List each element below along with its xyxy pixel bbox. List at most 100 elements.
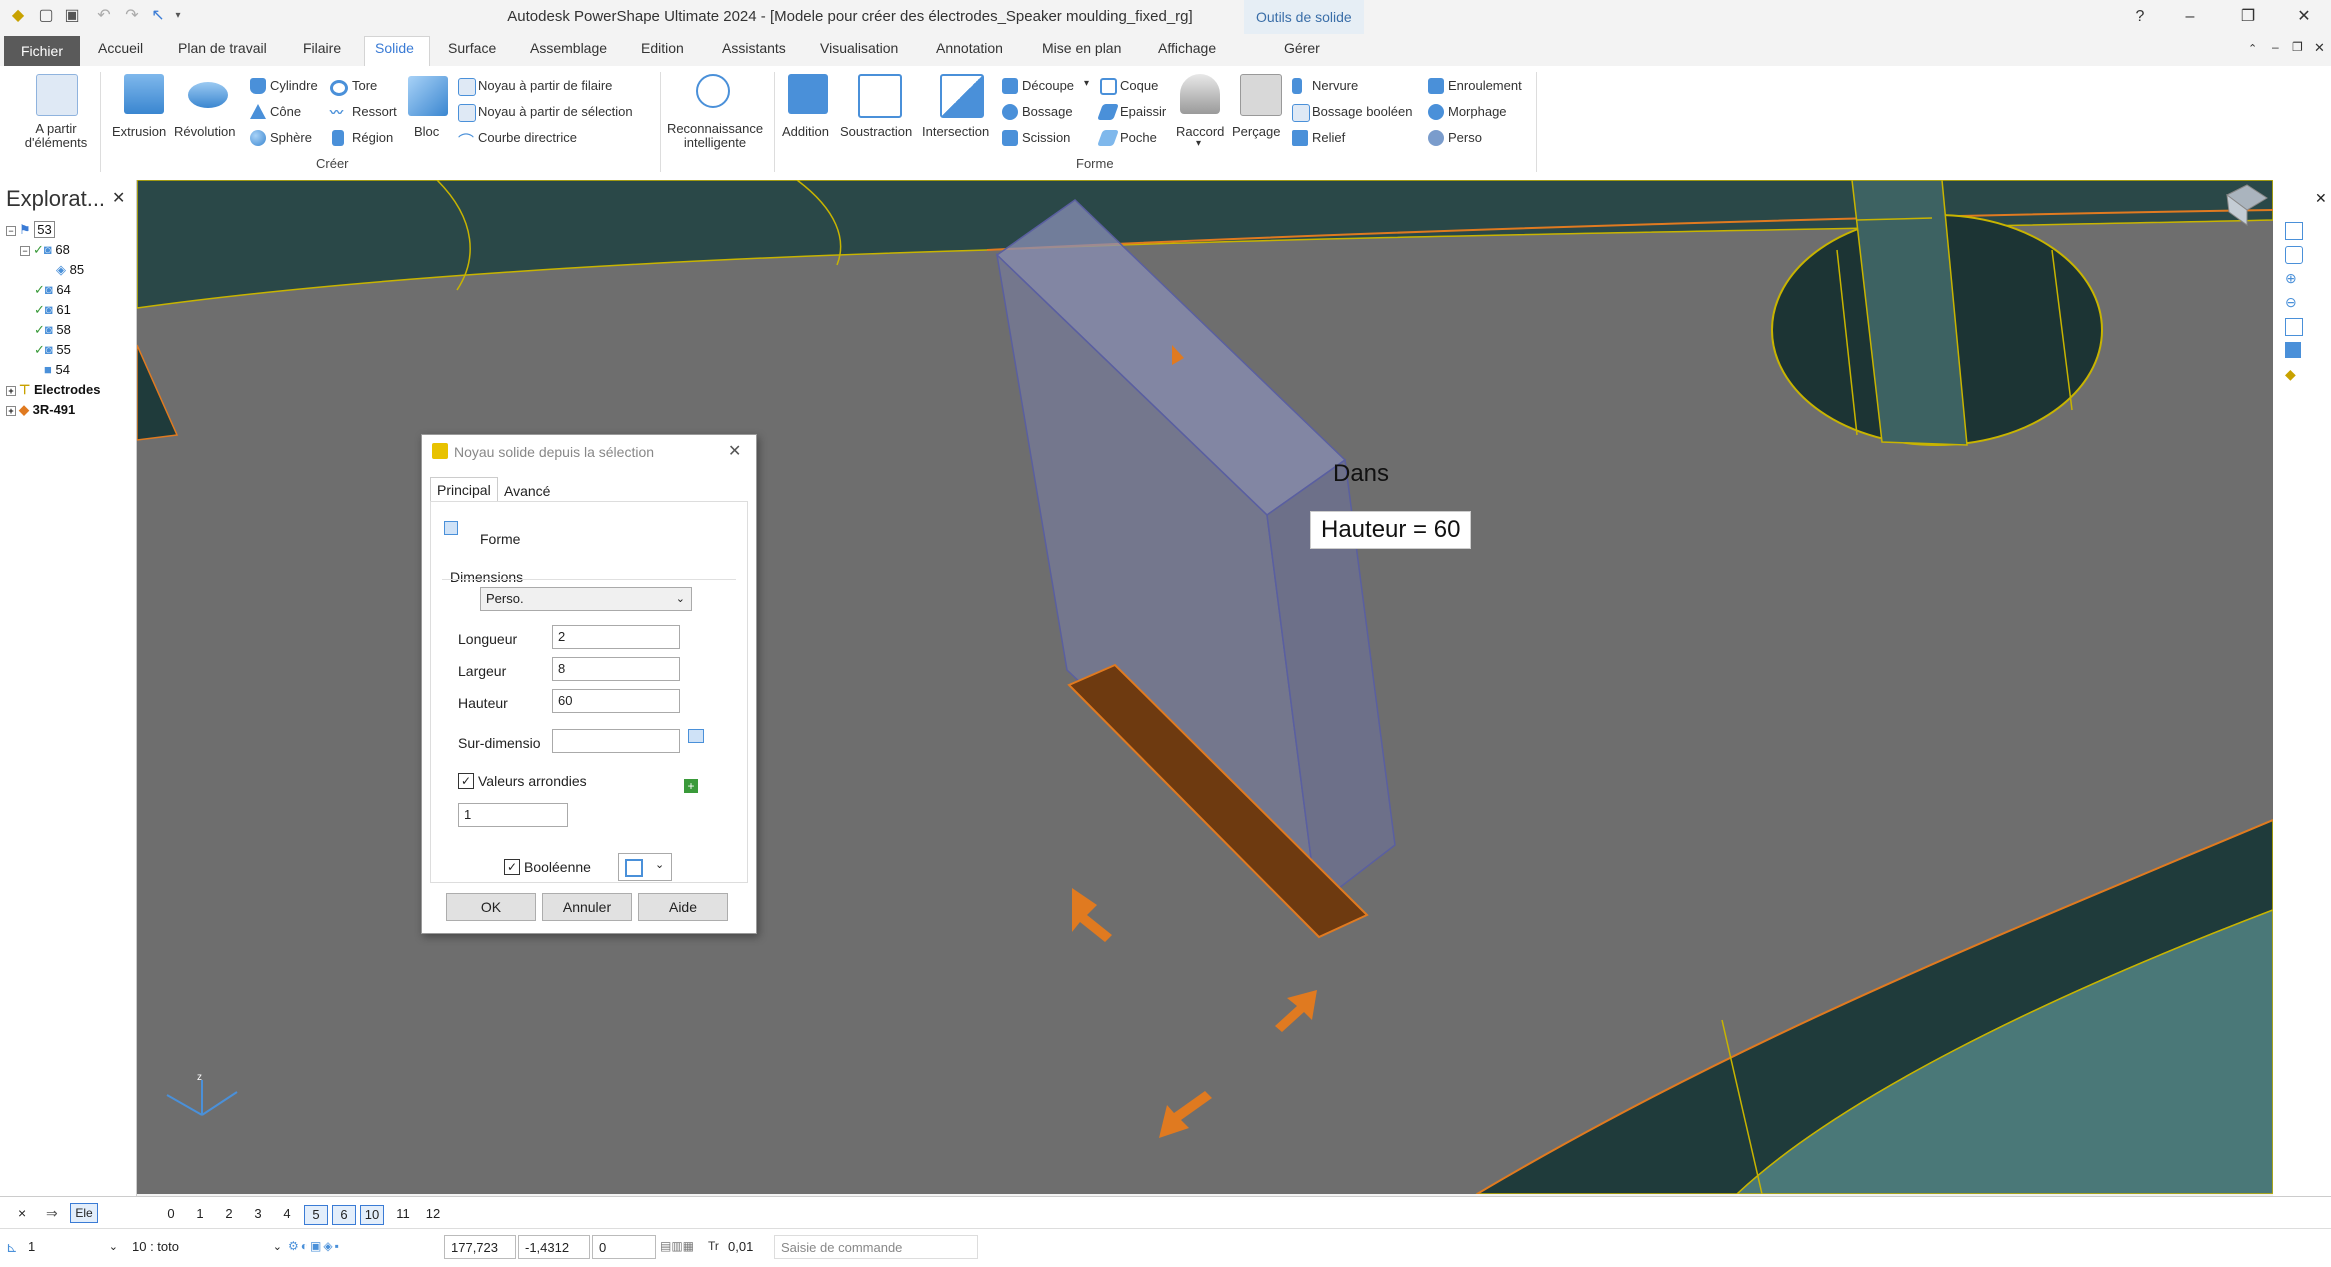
tree-node[interactable]: ✓◙ 64 (34, 282, 71, 298)
tab-filaire[interactable]: Filaire (303, 40, 341, 56)
boss-button[interactable]: Bossage (1000, 102, 1100, 122)
coord-y-field[interactable]: -1,4312 (518, 1235, 590, 1259)
arrow-icon[interactable] (1275, 990, 1317, 1032)
fillet-dropdown-icon[interactable]: ▾ (1196, 138, 1201, 149)
boolean-checkbox[interactable]: ✓ (504, 859, 520, 875)
height-field[interactable]: 60 (552, 689, 680, 713)
mdi-restore-icon[interactable]: ❐ (2292, 40, 2303, 54)
tree-node[interactable]: ✓◙ 58 (34, 322, 71, 338)
ok-button[interactable]: OK (446, 893, 536, 921)
cone-button[interactable]: Cône (248, 102, 328, 122)
wrap-button[interactable]: Enroulement (1426, 76, 1546, 96)
mdi-minimize-icon[interactable]: – (2272, 40, 2279, 54)
explorer-close-icon[interactable]: ✕ (112, 188, 125, 208)
drill-button[interactable]: Perçage (1230, 72, 1290, 152)
intersection-button[interactable]: Intersection (922, 72, 998, 152)
close-window-button[interactable]: ✕ (2284, 4, 2324, 30)
tab-accueil[interactable]: Accueil (98, 40, 143, 56)
extrusion-button[interactable]: Extrusion (108, 72, 172, 152)
custom-button[interactable]: Perso (1426, 128, 1546, 148)
split-button[interactable]: Scission (1000, 128, 1100, 148)
tab-surface[interactable]: Surface (448, 40, 496, 56)
core-from-wire-button[interactable]: Noyau à partir de filaire (456, 76, 656, 96)
spring-button[interactable]: 〰 Ressort (328, 102, 408, 122)
view-iso-icon[interactable] (2285, 246, 2303, 264)
command-input[interactable]: Saisie de commande (774, 1235, 978, 1259)
torus-button[interactable]: Tore (328, 76, 408, 96)
level-select[interactable]: 10 : toto ⌄ (126, 1235, 286, 1259)
coord-mode-icons[interactable]: ▤▥▦ (660, 1239, 694, 1253)
subtraction-button[interactable]: Soustraction (838, 72, 924, 152)
coord-x-field[interactable]: 177,723 (444, 1235, 516, 1259)
workplane-select[interactable]: 1 ⌄ (22, 1235, 122, 1259)
tree-node[interactable]: − ⚑ 53 (6, 221, 55, 238)
level-button[interactable]: 0 (160, 1205, 182, 1223)
level-button[interactable]: 3 (247, 1205, 269, 1223)
from-elements-button[interactable]: A partir d'éléments (25, 72, 87, 156)
boolean-boss-button[interactable]: Bossage booléen (1290, 102, 1430, 122)
tab-mise-en-plan[interactable]: Mise en plan (1042, 40, 1121, 56)
calculator-icon[interactable] (688, 729, 704, 743)
sphere-button[interactable]: Sphère (248, 128, 328, 148)
fillet-button[interactable]: Raccord ▾ (1172, 72, 1230, 162)
mdi-close-icon[interactable]: ✕ (2314, 40, 2325, 56)
help-button[interactable]: Aide (638, 893, 728, 921)
cancel-button[interactable]: Annuler (542, 893, 632, 921)
thicken-button[interactable]: Epaissir (1097, 102, 1178, 122)
shading-icon[interactable] (2285, 342, 2301, 358)
tree-node[interactable]: + ⊤ Electrodes (6, 382, 100, 398)
level-button-selected[interactable]: 6 (332, 1205, 356, 1225)
rounded-value-field[interactable]: 1 (458, 803, 568, 827)
zoom-out-icon[interactable]: ⊖ (2285, 294, 2297, 311)
tab-gerer[interactable]: Gérer (1284, 40, 1320, 56)
boolean-operation-select[interactable]: ⌄ (618, 853, 672, 881)
collapse-icon[interactable]: − (20, 245, 30, 256)
minimize-button[interactable]: – (2170, 4, 2210, 30)
restore-button[interactable]: ❐ (2228, 4, 2268, 30)
add-value-icon[interactable]: + (684, 779, 698, 793)
arrow-icon[interactable] (1072, 888, 1112, 942)
level-button[interactable]: 11 (392, 1205, 414, 1223)
level-button-selected[interactable]: 10 (360, 1205, 384, 1225)
tree-node[interactable]: ◈ 85 (56, 262, 84, 278)
status-tool-icons[interactable]: ⚙◐▣◈▪ (288, 1239, 341, 1253)
length-field[interactable]: 2 (552, 625, 680, 649)
tree-node[interactable]: ✓◙ 55 (34, 342, 71, 358)
level-button-selected[interactable]: 5 (304, 1205, 328, 1225)
tree-node[interactable]: ■ 54 (44, 362, 70, 377)
pocket-button[interactable]: Poche (1097, 128, 1178, 148)
tab-solide[interactable]: Solide (375, 40, 414, 56)
tab-plan-de-travail[interactable]: Plan de travail (178, 40, 267, 56)
cut-dropdown-icon[interactable]: ▾ (1084, 78, 1089, 89)
dialog-close-icon[interactable]: ✕ (728, 441, 741, 461)
level-button[interactable]: 12 (422, 1205, 444, 1223)
guide-curve-button[interactable]: ⌒ Courbe directrice (456, 128, 656, 151)
tab-annotation[interactable]: Annotation (936, 40, 1003, 56)
region-button[interactable]: Région (328, 128, 408, 148)
rib-button[interactable]: Nervure (1290, 76, 1430, 96)
tab-assemblage[interactable]: Assemblage (530, 40, 607, 56)
tab-avance[interactable]: Avancé (498, 479, 558, 501)
view-top-icon[interactable] (2285, 222, 2303, 240)
expand-icon[interactable]: + (6, 385, 16, 396)
ele-filter-button[interactable]: Ele (70, 1203, 98, 1223)
rounded-checkbox[interactable]: ✓ (458, 773, 474, 789)
help-icon[interactable]: ? (2120, 4, 2160, 30)
tolerance-value[interactable]: 0,01 (728, 1239, 753, 1254)
zoom-in-icon[interactable]: ⊕ (2285, 270, 2297, 287)
level-button[interactable]: 4 (276, 1205, 298, 1223)
cylinder-button[interactable]: Cylindre (248, 76, 328, 96)
arrow-icon[interactable] (1159, 1091, 1212, 1138)
coord-z-field[interactable]: 0 (592, 1235, 656, 1259)
tab-principal[interactable]: Principal (430, 477, 498, 502)
level-arrow-icon[interactable]: ⇒ (46, 1205, 58, 1222)
morph-button[interactable]: Morphage (1426, 102, 1546, 122)
zoom-fit-icon[interactable] (2285, 318, 2303, 336)
dimensions-select[interactable]: Perso. ⌄ (480, 587, 692, 611)
shell-button[interactable]: Coque (1098, 76, 1178, 96)
close-level-bar-icon[interactable]: × (18, 1205, 26, 1221)
cut-button[interactable]: Découpe ▾ (1000, 76, 1100, 96)
collapse-ribbon-icon[interactable]: ⌃ (2248, 42, 2257, 55)
addition-button[interactable]: Addition (780, 72, 838, 152)
relief-button[interactable]: Relief (1290, 128, 1430, 148)
